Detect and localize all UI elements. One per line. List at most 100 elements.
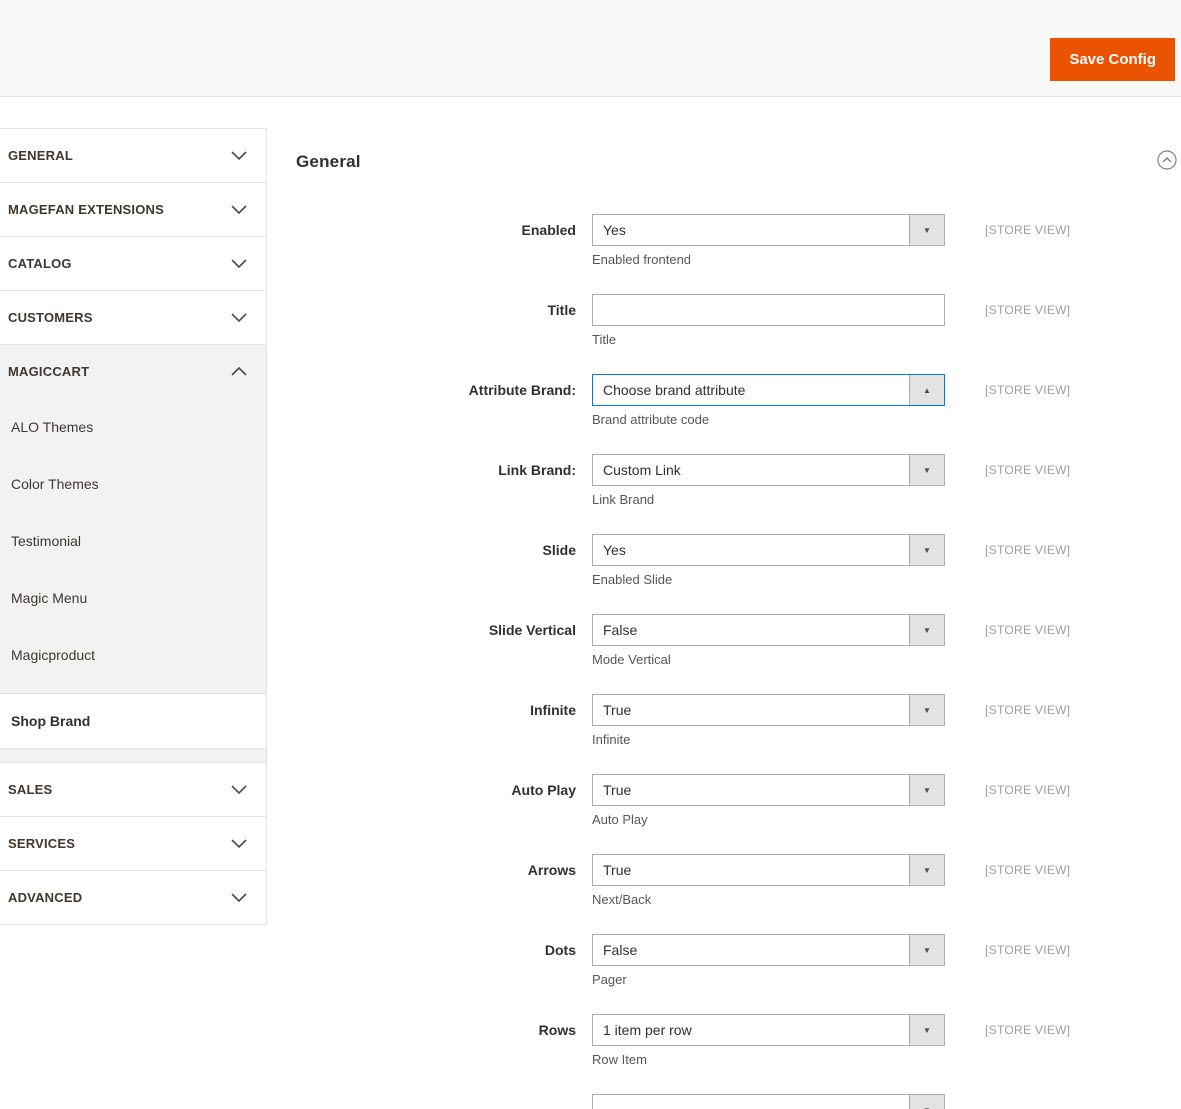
chevron-down-icon [231,205,247,214]
select-value: 1 item per row [603,1022,692,1038]
select-value: Yes [603,542,626,558]
field-control: Choose brand attribute ▲ Brand attribute c… [592,374,945,427]
chevron-up-icon [231,367,247,376]
select-rows[interactable]: 1 item per row ▼ [592,1014,945,1046]
select-value: Custom Link [603,462,681,478]
field-row-title: Title Title [STORE VIEW] [296,294,1181,347]
sidebar-section-catalog[interactable]: CATALOG [0,236,266,290]
sidebar-item-color-themes[interactable]: Color Themes [0,455,266,512]
sidebar-section-label: GENERAL [8,148,73,163]
fields-list: Enabled Yes ▼ Enabled frontend [STORE VIEW] T… [296,214,1181,1109]
collapse-section-button[interactable] [1157,150,1177,173]
field-row-next: ▼ [296,1094,1181,1109]
save-config-button[interactable]: Save Config [1050,38,1175,81]
sidebar-item-magic-menu[interactable]: Magic Menu [0,569,266,626]
select-value: True [603,782,632,798]
field-label-auto-play: Auto Play [511,782,576,798]
select-enabled[interactable]: Yes ▼ [592,214,945,246]
field-row-dots: Dots False ▼ Pager [STORE VIEW] [296,934,1181,987]
dropdown-up-triangle-icon: ▲ [909,375,944,405]
chevron-down-icon [231,785,247,794]
select-link-brand[interactable]: Custom Link ▼ [592,454,945,486]
sidebar-section-magiccart[interactable]: MAGICCART [0,344,266,398]
select-slide[interactable]: Yes ▼ [592,534,945,566]
sidebar-section-advanced[interactable]: ADVANCED [0,870,266,924]
sidebar-section-label: CATALOG [8,256,72,271]
select-attribute-brand[interactable]: Choose brand attribute ▲ [592,374,945,406]
select-value: False [603,622,638,638]
select-dots[interactable]: False ▼ [592,934,945,966]
sidebar-section-label: MAGEFAN EXTENSIONS [8,202,165,217]
sidebar-item-alo-themes[interactable]: ALO Themes [0,398,266,455]
field-row-rows: Rows 1 item per row ▼ Row Item [STORE VIEW] [296,1014,1181,1067]
chevron-up-circle-icon [1157,150,1177,173]
field-label-enabled: Enabled [521,222,576,238]
field-control: True ▼ Infinite [592,694,945,747]
field-hint-dots: Pager [592,972,627,987]
dropdown-down-triangle-icon: ▼ [909,535,944,565]
scope-store-view: [STORE VIEW] [985,863,1071,877]
sidebar-section-label: SERVICES [8,836,76,851]
field-label-arrows: Arrows [527,862,576,878]
dropdown-down-triangle-icon: ▼ [909,615,944,645]
sidebar-item-label: Magicproduct [11,646,96,663]
sidebar-section-magefan-extensions[interactable]: MAGEFAN EXTENSIONS [0,182,266,236]
field-control: Custom Link ▼ Link Brand [592,454,945,507]
sidebar-section-customers[interactable]: CUSTOMERS [0,290,266,344]
select-arrows[interactable]: True ▼ [592,854,945,886]
field-control: 1 item per row ▼ Row Item [592,1014,945,1067]
scope-store-view: [STORE VIEW] [985,463,1071,477]
field-row-slide-vertical: Slide Vertical False ▼ Mode Vertical [STORE … [296,614,1181,667]
dropdown-down-triangle-icon: ▼ [909,215,944,245]
field-row-enabled: Enabled Yes ▼ Enabled frontend [STORE VIEW] [296,214,1181,267]
page-header: Save Config [0,0,1181,97]
field-hint-auto-play: Auto Play [592,812,648,827]
scope-store-view: [STORE VIEW] [985,303,1071,317]
field-control: True ▼ Next/Back [592,854,945,907]
chevron-down-icon [231,259,247,268]
field-hint-attribute-brand: Brand attribute code [592,412,710,427]
field-hint-slide: Enabled Slide [592,572,673,587]
field-row-attribute-brand: Attribute Brand: Choose brand attribute ▲ B… [296,374,1181,427]
dropdown-down-triangle-icon: ▼ [909,935,944,965]
field-control: True ▼ Auto Play [592,774,945,827]
sidebar-item-label: Shop Brand [11,713,91,729]
select-next[interactable]: ▼ [592,1094,945,1109]
field-label-dots: Dots [544,942,576,958]
section-title: General [296,151,361,171]
content-area: GENERAL MAGEFAN EXTENSIONS CATALOG CUSTOMER… [0,97,1181,1109]
sidebar-section-label: ADVANCED [8,890,83,905]
scope-store-view: [STORE VIEW] [985,943,1071,957]
field-control: False ▼ Pager [592,934,945,987]
field-hint-rows: Row Item [592,1052,647,1067]
section-header: General [296,150,1181,173]
dropdown-down-triangle-icon: ▼ [909,855,944,885]
dropdown-down-triangle-icon: ▼ [909,455,944,485]
input-title[interactable] [592,294,945,326]
sidebar-item-magicproduct[interactable]: Magicproduct [0,626,266,683]
sidebar-section-general[interactable]: GENERAL [0,128,266,182]
sidebar-item-label: ALO Themes [11,418,94,435]
select-value: Choose brand attribute [603,382,746,398]
scope-store-view: [STORE VIEW] [985,783,1071,797]
select-infinite[interactable]: True ▼ [592,694,945,726]
field-label-slide-vertical: Slide Vertical [488,622,576,638]
select-auto-play[interactable]: True ▼ [592,774,945,806]
dropdown-down-triangle-icon: ▼ [909,1095,944,1109]
config-page: Save Config GENERAL MAGEFAN EXTENSIONS CAT… [0,0,1181,1109]
scope-store-view: [STORE VIEW] [985,1023,1071,1037]
sidebar-item-testimonial[interactable]: Testimonial [0,512,266,569]
sidebar-item-shop-brand[interactable]: Shop Brand [0,693,266,749]
field-hint-arrows: Next/Back [592,892,652,907]
sidebar-section-services[interactable]: SERVICES [0,816,266,870]
select-slide-vertical[interactable]: False ▼ [592,614,945,646]
field-control: False ▼ Mode Vertical [592,614,945,667]
chevron-down-icon [231,151,247,160]
field-label-attribute-brand: Attribute Brand: [468,382,576,398]
field-label-title: Title [547,302,576,318]
chevron-down-icon [231,839,247,848]
select-value: False [603,942,638,958]
sidebar-section-sales[interactable]: SALES [0,762,266,816]
select-value: Yes [603,222,626,238]
field-row-link-brand: Link Brand: Custom Link ▼ Link Brand [STORE … [296,454,1181,507]
